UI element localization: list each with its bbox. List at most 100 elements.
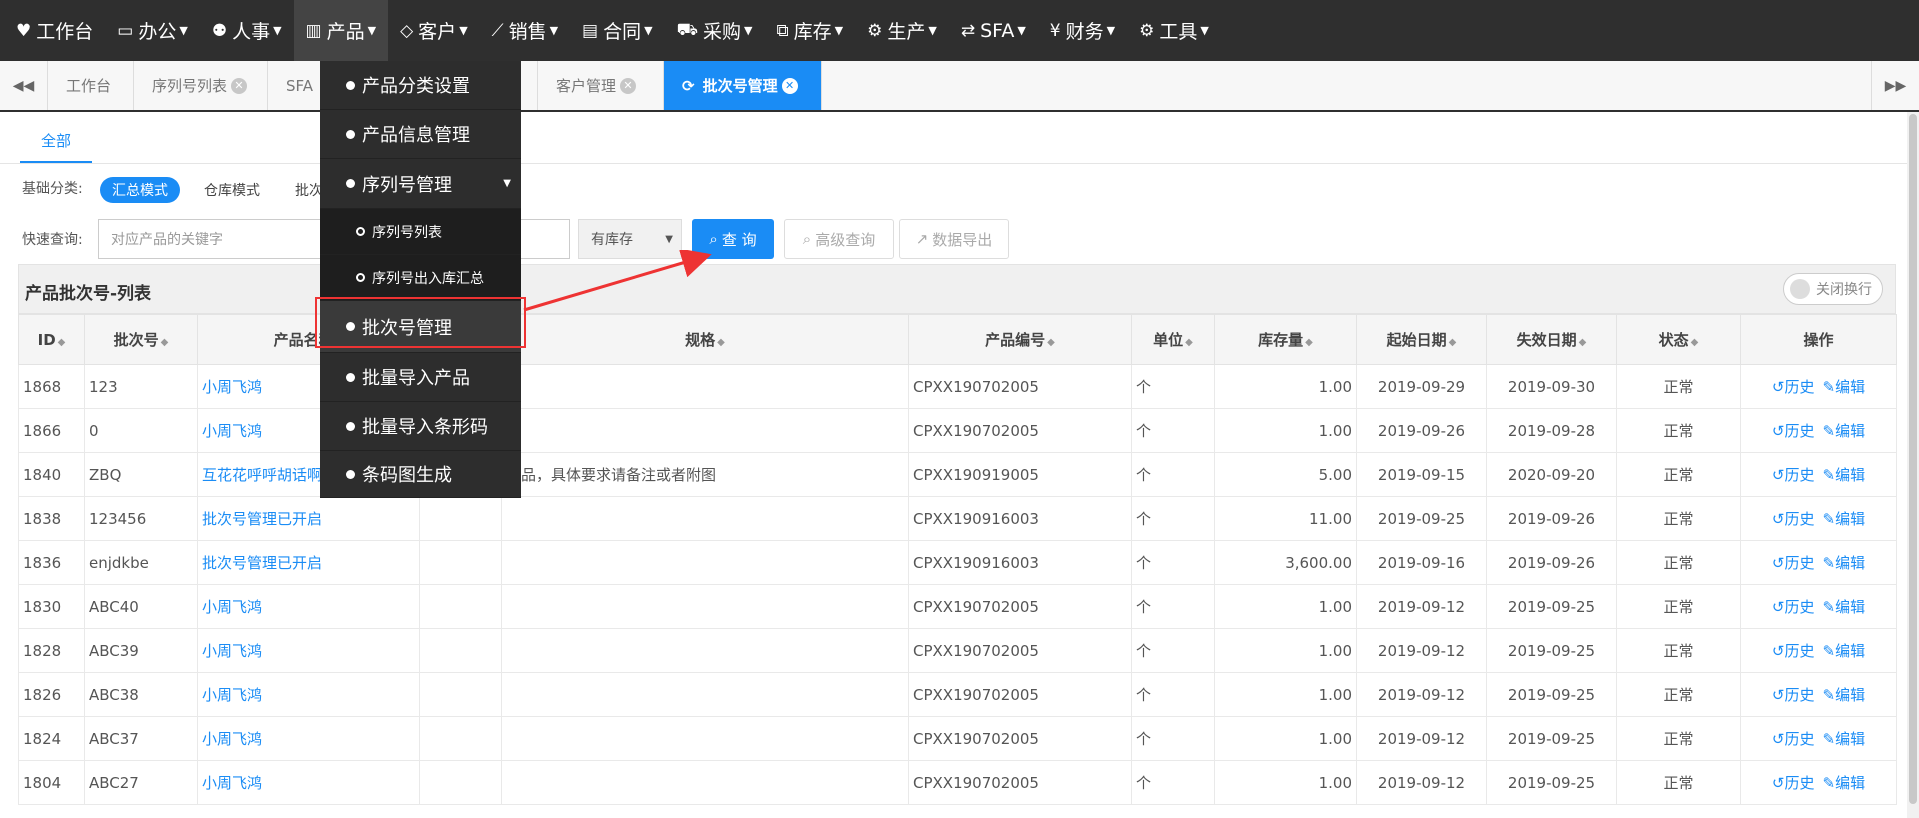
- sort-icon[interactable]: ◆: [717, 337, 725, 348]
- dropdown-item-8[interactable]: 条码图生成: [320, 451, 521, 498]
- history-button[interactable]: ↺历史: [1772, 510, 1815, 528]
- product-link[interactable]: 小周飞鸿: [202, 642, 262, 660]
- nav-item-10[interactable]: ⇄ SFA ▼: [949, 0, 1038, 61]
- edit-button[interactable]: ✎编辑: [1823, 554, 1866, 572]
- product-link[interactable]: 小周飞鸿: [202, 686, 262, 704]
- dropdown-item-2[interactable]: 序列号管理 ▼: [320, 159, 521, 209]
- tab-scroll-left-icon[interactable]: ◀◀: [0, 61, 48, 110]
- history-button[interactable]: ↺历史: [1772, 422, 1815, 440]
- col-header-10[interactable]: 状态 ◆: [1616, 314, 1741, 365]
- product-link[interactable]: 小周飞鸿: [202, 774, 262, 792]
- edit-button[interactable]: ✎编辑: [1823, 510, 1866, 528]
- sort-icon[interactable]: ◆: [161, 337, 169, 348]
- history-button[interactable]: ↺历史: [1772, 642, 1815, 660]
- edit-button[interactable]: ✎编辑: [1823, 730, 1866, 748]
- product-link[interactable]: 小周飞鸿: [202, 422, 262, 440]
- line-chart-icon: ⟋: [491, 20, 504, 41]
- scrollbar-thumb[interactable]: [1909, 114, 1917, 804]
- bullet-icon: [346, 469, 355, 479]
- nav-item-9[interactable]: ⚙ 生产 ▼: [855, 0, 949, 61]
- close-icon[interactable]: ✕: [231, 77, 248, 94]
- dropdown-item-7[interactable]: 批量导入条形码: [320, 402, 521, 451]
- tab-batch-management[interactable]: ⟳ 批次号管理 ✕: [664, 61, 822, 110]
- cell-start-date: 2019-09-26: [1356, 408, 1487, 453]
- col-header-11[interactable]: 操作: [1740, 314, 1897, 365]
- product-link[interactable]: 小周飞鸿: [202, 730, 262, 748]
- subtab-all[interactable]: 全部: [20, 120, 92, 164]
- col-header-9[interactable]: 失效日期 ◆: [1486, 314, 1617, 365]
- sort-icon[interactable]: ◆: [1691, 337, 1699, 348]
- edit-button[interactable]: ✎编辑: [1823, 378, 1866, 396]
- tab-serial-list[interactable]: 序列号列表 ✕: [134, 61, 268, 110]
- cell-ops: ↺历史 ✎编辑: [1740, 540, 1897, 585]
- heart-icon: ♥: [16, 20, 32, 41]
- nav-item-0[interactable]: ♥ 工作台: [4, 0, 105, 61]
- cell-spec: 制品，具体要求请备注或者附图: [501, 452, 909, 497]
- retweet-icon: ⇄: [960, 20, 976, 41]
- sort-icon[interactable]: ◆: [1579, 337, 1587, 348]
- mode-warehouse[interactable]: 仓库模式: [192, 177, 272, 203]
- wrap-toggle[interactable]: 关闭换行: [1783, 273, 1883, 305]
- nav-item-8[interactable]: ⧉ 库存 ▼: [764, 0, 855, 61]
- edit-button[interactable]: ✎编辑: [1823, 686, 1866, 704]
- nav-item-1[interactable]: ▭ 办公 ▼: [105, 0, 200, 61]
- nav-item-4[interactable]: ◇ 客户 ▼: [388, 0, 480, 61]
- nav-item-5[interactable]: ⟋ 销售 ▼: [480, 0, 570, 61]
- col-header-1[interactable]: 批次号 ◆: [84, 314, 198, 365]
- history-button[interactable]: ↺历史: [1772, 466, 1815, 484]
- cell-code: CPXX190702005: [908, 672, 1132, 717]
- close-icon[interactable]: ✕: [620, 77, 637, 94]
- sort-icon[interactable]: ◆: [1305, 337, 1313, 348]
- dropdown-item-0[interactable]: 产品分类设置: [320, 61, 521, 110]
- product-link[interactable]: 批次号管理已开启: [202, 554, 322, 572]
- mode-summary[interactable]: 汇总模式: [100, 177, 180, 203]
- col-header-8[interactable]: 起始日期 ◆: [1356, 314, 1487, 365]
- col-header-6[interactable]: 单位 ◆: [1131, 314, 1215, 365]
- dropdown-item-3[interactable]: 序列号列表: [320, 209, 521, 255]
- export-button[interactable]: ↗ 数据导出: [899, 219, 1009, 259]
- tab-scroll-right-icon[interactable]: ▶▶: [1871, 61, 1919, 110]
- edit-button[interactable]: ✎编辑: [1823, 422, 1866, 440]
- edit-button[interactable]: ✎编辑: [1823, 774, 1866, 792]
- cell-product-name: 小周飞鸿: [197, 716, 420, 761]
- cell-end-date: 2019-09-25: [1486, 628, 1617, 673]
- tab-workbench[interactable]: 工作台: [48, 61, 134, 110]
- nav-item-11[interactable]: ¥ 财务 ▼: [1038, 0, 1127, 61]
- product-link[interactable]: 小周飞鸿: [202, 378, 262, 396]
- nav-item-2[interactable]: ⚉ 人事 ▼: [200, 0, 294, 61]
- col-header-5[interactable]: 产品编号 ◆: [908, 314, 1132, 365]
- product-link[interactable]: 互花花呼呼胡话啊: [202, 466, 322, 484]
- history-button[interactable]: ↺历史: [1772, 774, 1815, 792]
- dropdown-item-1[interactable]: 产品信息管理: [320, 110, 521, 159]
- close-icon[interactable]: ✕: [781, 77, 798, 94]
- sort-icon[interactable]: ◆: [1047, 337, 1055, 348]
- advanced-query-button[interactable]: ⌕ 高级查询: [784, 219, 894, 259]
- edit-button[interactable]: ✎编辑: [1823, 642, 1866, 660]
- history-button[interactable]: ↺历史: [1772, 686, 1815, 704]
- page-scrollbar[interactable]: [1907, 112, 1919, 818]
- table-header: ID◆批次号◆产品名称◆规格◆产品编号◆单位◆库存量◆起始日期◆失效日期◆状态◆…: [18, 314, 1897, 365]
- sort-icon[interactable]: ◆: [1185, 337, 1193, 348]
- nav-item-7[interactable]: ⛟ 采购 ▼: [665, 0, 765, 61]
- sort-icon[interactable]: ◆: [1449, 337, 1457, 348]
- col-header-0[interactable]: ID ◆: [18, 314, 85, 365]
- col-header-7[interactable]: 库存量 ◆: [1214, 314, 1357, 365]
- nav-item-3[interactable]: ▥ 产品 ▼: [293, 0, 389, 61]
- product-link[interactable]: 批次号管理已开启: [202, 510, 322, 528]
- dropdown-item-6[interactable]: 批量导入产品: [320, 353, 521, 402]
- cell-end-date: 2019-09-25: [1486, 760, 1617, 805]
- cell-spec: [501, 628, 909, 673]
- product-link[interactable]: 小周飞鸿: [202, 598, 262, 616]
- nav-item-6[interactable]: ▤ 合同 ▼: [570, 0, 665, 61]
- history-button[interactable]: ↺历史: [1772, 730, 1815, 748]
- history-button[interactable]: ↺历史: [1772, 554, 1815, 572]
- history-button[interactable]: ↺历史: [1772, 598, 1815, 616]
- sort-icon[interactable]: ◆: [58, 337, 66, 348]
- edit-button[interactable]: ✎编辑: [1823, 466, 1866, 484]
- dropdown-item-4[interactable]: 序列号出入库汇总: [320, 255, 521, 301]
- tab-customer[interactable]: 客户管理 ✕: [538, 61, 664, 110]
- cell-status: 正常: [1616, 628, 1741, 673]
- edit-button[interactable]: ✎编辑: [1823, 598, 1866, 616]
- history-button[interactable]: ↺历史: [1772, 378, 1815, 396]
- nav-item-12[interactable]: ⚙ 工具 ▼: [1127, 0, 1221, 61]
